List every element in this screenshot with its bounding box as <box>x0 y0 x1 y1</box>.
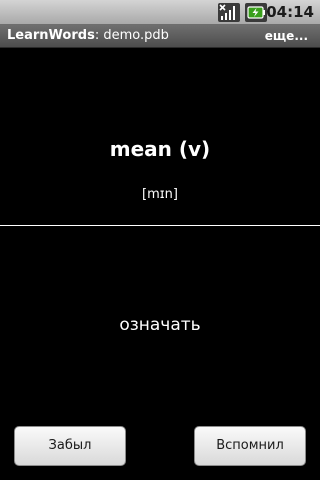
more-menu-button[interactable]: еще... <box>265 25 308 47</box>
file-name: demo.pdb <box>103 28 169 43</box>
word-text: mean (v) <box>109 137 211 161</box>
status-time: 04:14 <box>266 3 314 21</box>
window-title: LearnWords: demo.pdb <box>7 25 169 47</box>
translation-text: означать <box>119 315 201 335</box>
no-signal-icon <box>218 3 240 22</box>
remembered-button[interactable]: Вспомнил <box>194 426 306 466</box>
status-bar: 04:14 <box>0 0 320 25</box>
app-name: LearnWords <box>7 28 95 43</box>
forgot-button[interactable]: Забыл <box>14 426 126 466</box>
card-divider <box>0 225 320 226</box>
title-bar: LearnWords: demo.pdb еще... <box>0 25 320 48</box>
battery-charging-icon <box>245 3 267 22</box>
transcription-text: [mɪn] <box>142 187 178 202</box>
